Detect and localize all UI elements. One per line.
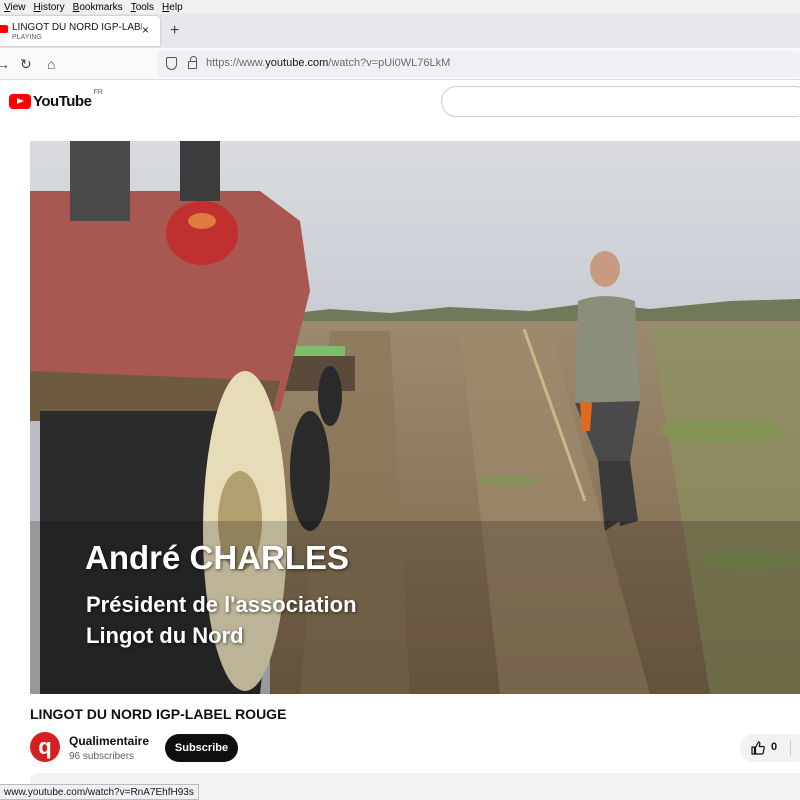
like-dislike-divider: [790, 740, 791, 756]
tab-playing-status: PLAYING: [12, 34, 42, 41]
thumbs-up-icon: [751, 741, 765, 755]
tracking-shield-icon[interactable]: [166, 57, 177, 70]
address-url[interactable]: https://www.youtube.com/watch?v=pUi0WL76…: [206, 57, 450, 69]
menu-tools[interactable]: Tools: [127, 2, 158, 13]
subscribe-button[interactable]: Subscribe: [165, 734, 238, 762]
menu-bar: View History Bookmarks Tools Help: [0, 0, 800, 14]
lock-icon[interactable]: [188, 56, 197, 69]
youtube-logo-text: YouTube: [33, 93, 92, 110]
link-status-bar: www.youtube.com/watch?v=RnA7EhfH93s: [0, 784, 199, 800]
lower-third-role-line1: Président de l'association: [86, 592, 357, 617]
video-player[interactable]: André CHARLES Président de l'association…: [30, 141, 800, 694]
video-title: LINGOT DU NORD IGP-LABEL ROUGE: [30, 706, 287, 722]
like-button[interactable]: 0: [740, 734, 800, 762]
navigation-bar: → ↻ ⌂ https://www.youtube.com/watch?v=pU…: [0, 48, 800, 80]
subscriber-count: 96 subscribers: [69, 751, 135, 762]
lower-third-name: André CHARLES: [85, 539, 350, 576]
menu-bookmarks[interactable]: Bookmarks: [69, 2, 127, 13]
menu-help[interactable]: Help: [158, 2, 187, 13]
youtube-play-icon: [9, 94, 31, 109]
address-bar[interactable]: https://www.youtube.com/watch?v=pUi0WL76…: [158, 51, 800, 77]
channel-avatar[interactable]: q: [30, 732, 60, 762]
region-code: FR: [93, 89, 103, 96]
tab-youtube-video[interactable]: LINGOT DU NORD IGP-LABEL R PLAYING ×: [0, 16, 160, 46]
tab-strip: LINGOT DU NORD IGP-LABEL R PLAYING × +: [0, 14, 800, 48]
tab-title: LINGOT DU NORD IGP-LABEL R: [12, 22, 142, 33]
tab-close-icon[interactable]: ×: [142, 23, 149, 37]
like-count: 0: [771, 741, 778, 753]
new-tab-button[interactable]: +: [170, 22, 179, 40]
forward-icon[interactable]: →: [0, 56, 10, 72]
youtube-favicon-icon: [0, 25, 8, 33]
reload-icon[interactable]: ↻: [20, 56, 32, 73]
lower-third-role-line2: Lingot du Nord: [86, 623, 244, 648]
youtube-logo[interactable]: YouTube FR: [9, 89, 103, 110]
menu-history[interactable]: History: [30, 2, 69, 13]
search-input[interactable]: [441, 86, 800, 117]
menu-view[interactable]: View: [0, 2, 30, 13]
channel-name[interactable]: Qualimentaire: [69, 734, 149, 748]
home-icon[interactable]: ⌂: [47, 56, 55, 72]
